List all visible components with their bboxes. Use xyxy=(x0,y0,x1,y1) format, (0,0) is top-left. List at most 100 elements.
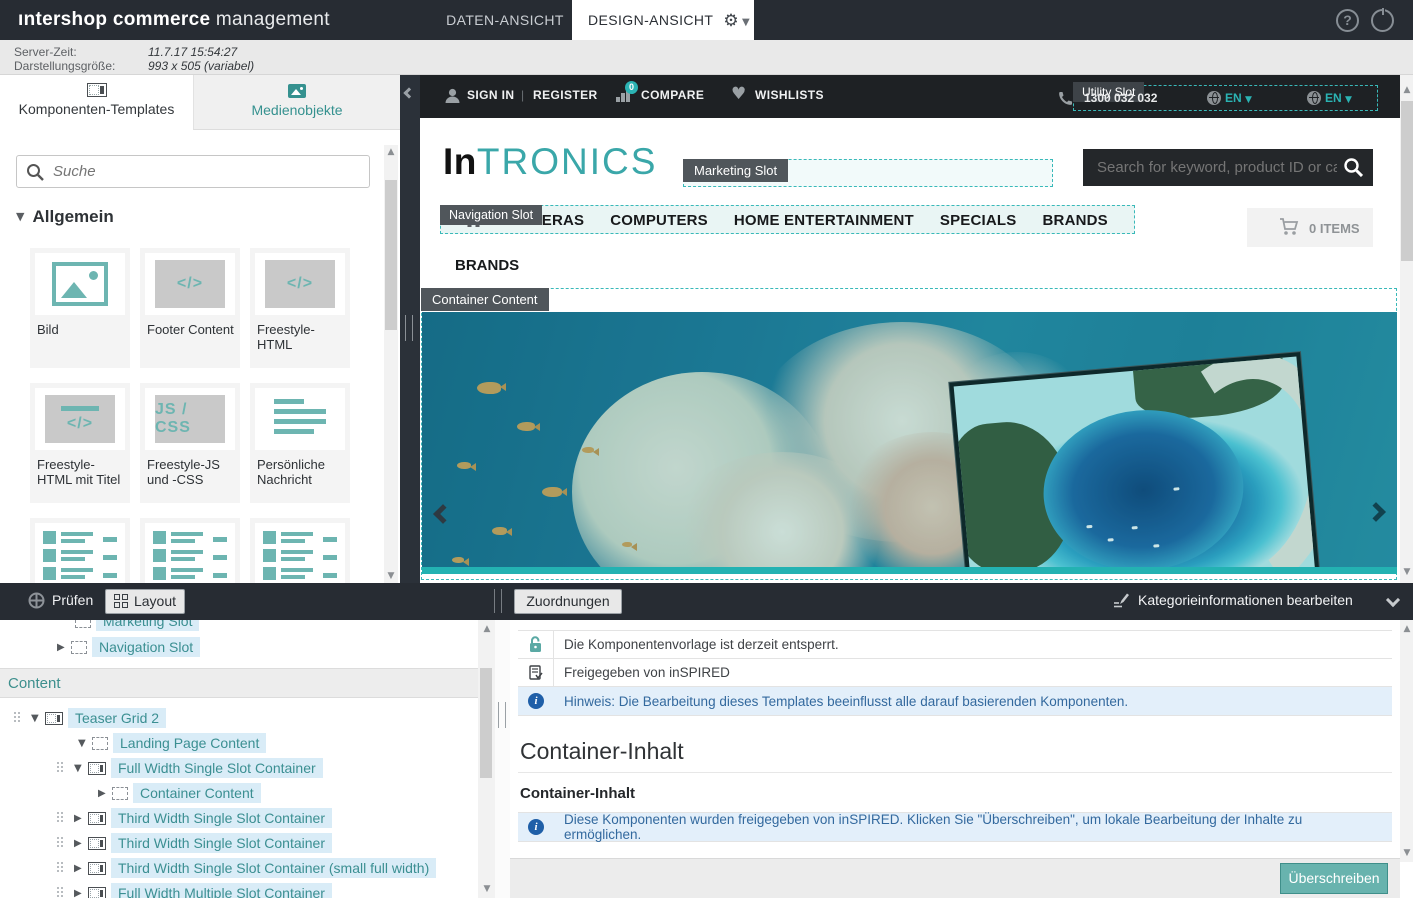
intronics-logo[interactable]: InTRONICS xyxy=(443,141,657,183)
scroll-up-icon[interactable]: ▲ xyxy=(1400,83,1413,97)
tile-list-3[interactable] xyxy=(250,518,350,583)
tile-persoenliche-nachricht[interactable]: Persönliche Nachricht xyxy=(250,383,350,503)
storefront-search xyxy=(1083,149,1373,186)
tree-item-third-width-small[interactable]: ▶Third Width Single Slot Container (smal… xyxy=(57,857,436,879)
pruefen-button[interactable]: Prüfen xyxy=(28,592,93,609)
layout-button[interactable]: Layout xyxy=(105,589,185,614)
panel-collapse-chevron-icon[interactable] xyxy=(1386,593,1400,607)
logout-button[interactable] xyxy=(1371,9,1394,32)
drag-handle-icon[interactable] xyxy=(57,837,64,849)
search-icon[interactable] xyxy=(1343,157,1363,177)
container-content-slot[interactable]: Container Content xyxy=(421,288,1397,580)
panel-resize-handle[interactable] xyxy=(498,702,506,728)
navigation-slot-label: Navigation Slot xyxy=(440,205,542,225)
search-input[interactable] xyxy=(53,159,363,184)
tile-list-1[interactable] xyxy=(30,518,130,583)
cart-icon xyxy=(1279,218,1299,236)
register-link[interactable]: REGISTER xyxy=(533,88,598,102)
help-button[interactable]: ? xyxy=(1336,9,1359,32)
scrollbar-thumb[interactable] xyxy=(1401,101,1413,261)
marketing-slot[interactable]: Marketing Slot xyxy=(683,159,1053,187)
expand-icon[interactable]: ▶ xyxy=(74,838,88,849)
tree-item-navigation-slot[interactable]: ▶Navigation Slot xyxy=(57,636,200,658)
collapse-icon[interactable]: ▼ xyxy=(74,763,88,774)
section-allgemein[interactable]: ▼Allgemein xyxy=(16,207,114,227)
tree-item-full-width-multiple[interactable]: ▶ Full Width Multiple Slot Container xyxy=(57,882,332,898)
nav-brands-row2[interactable]: BRANDS xyxy=(455,257,519,274)
globe-icon xyxy=(1307,91,1321,105)
tile-freestyle-html-titel[interactable]: </> Freestyle-HTML mit Titel xyxy=(30,383,130,503)
drag-handle-icon[interactable] xyxy=(57,862,64,874)
tile-list-2[interactable] xyxy=(140,518,240,583)
navigation-slot[interactable]: CAMERASCOMPUTERSHOME ENTERTAINMENTSPECIA… xyxy=(440,205,1135,234)
storefront-search-input[interactable] xyxy=(1097,155,1337,179)
tree-item-third-width-1[interactable]: ▶Third Width Single Slot Container xyxy=(57,807,332,829)
drag-handle-icon[interactable] xyxy=(57,887,64,898)
sign-in-link[interactable]: SIGN IN xyxy=(467,88,514,102)
expand-icon[interactable]: ▶ xyxy=(74,813,88,824)
scroll-up-icon[interactable]: ▲ xyxy=(1400,622,1413,636)
expand-icon[interactable]: ▶ xyxy=(57,642,71,653)
language-selector-2[interactable]: EN ▼ xyxy=(1307,91,1352,105)
scrollbar-thumb[interactable] xyxy=(480,668,492,778)
collapse-icon[interactable]: ▼ xyxy=(78,738,92,749)
kategorie-bearbeiten-button[interactable]: Kategorieinformationen bearbeiten xyxy=(1113,592,1353,608)
compare-link[interactable]: COMPARE xyxy=(641,88,704,102)
drag-handle-icon[interactable] xyxy=(14,712,21,724)
expand-icon[interactable]: ▶ xyxy=(98,788,112,799)
tile-freestyle-html[interactable]: </> Freestyle-HTML xyxy=(250,248,350,368)
palette-collapse-strip[interactable] xyxy=(400,75,420,583)
tree-label: Full Width Multiple Slot Container xyxy=(111,883,332,898)
tab-medienobjekte[interactable]: Medienobjekte xyxy=(193,75,400,130)
tree-item-container-content[interactable]: ▶Container Content xyxy=(98,782,261,804)
tab-design-ansicht[interactable]: DESIGN-ANSICHT⚙▼ xyxy=(572,0,754,40)
drag-handle-icon[interactable] xyxy=(57,762,64,774)
nav-specials[interactable]: SPECIALS xyxy=(940,212,1017,229)
tile-bild[interactable]: Bild xyxy=(30,248,130,368)
nav-home-entertainment[interactable]: HOME ENTERTAINMENT xyxy=(734,212,914,229)
display-size-value: 993 x 505 (variabel) xyxy=(148,59,254,73)
expand-icon[interactable]: ▶ xyxy=(74,863,88,874)
tab-komponenten-templates[interactable]: Komponenten-Templates xyxy=(0,75,193,130)
wishlists-link[interactable]: WISHLISTS xyxy=(755,88,824,102)
tile-footer-content[interactable]: </> Footer Content xyxy=(140,248,240,368)
panel-resize-handle[interactable] xyxy=(405,315,413,341)
collapse-left-icon[interactable] xyxy=(403,87,414,98)
tile-freestyle-js-css[interactable]: JS / CSS Freestyle-JS und -CSS xyxy=(140,383,240,503)
layout-grid-icon xyxy=(114,594,128,608)
detail-scrollbar[interactable]: ▲ ▼ xyxy=(1400,620,1413,862)
cart-minibox[interactable]: 0 ITEMS xyxy=(1247,208,1373,247)
zuordnungen-button[interactable]: Zuordnungen xyxy=(514,589,622,614)
nav-brands[interactable]: BRANDS xyxy=(1043,212,1108,229)
section-allgemein-label: Allgemein xyxy=(32,207,113,226)
nav-computers[interactable]: COMPUTERS xyxy=(610,212,708,229)
scroll-down-icon[interactable]: ▼ xyxy=(384,569,398,583)
hint-text: Hinweis: Die Bearbeitung dieses Template… xyxy=(554,687,1138,716)
scroll-down-icon[interactable]: ▼ xyxy=(1400,846,1413,860)
product-list-icon xyxy=(43,528,117,580)
drag-handle-icon[interactable] xyxy=(57,812,64,824)
toolbar-resize-handle[interactable] xyxy=(494,589,502,613)
language-selector-1[interactable]: EN ▼ xyxy=(1207,91,1252,105)
scrollbar-thumb[interactable] xyxy=(385,180,397,330)
palette-scrollbar[interactable]: ▲ ▼ xyxy=(384,145,398,583)
tree-scrollbar[interactable]: ▲ ▼ xyxy=(478,620,495,898)
tree-item-landing-page-content[interactable]: ▼Landing Page Content xyxy=(78,732,266,754)
tab-daten-ansicht[interactable]: DATEN-ANSICHT xyxy=(440,0,570,40)
scroll-down-icon[interactable]: ▼ xyxy=(480,882,494,896)
hint-row: i Hinweis: Die Bearbeitung dieses Templa… xyxy=(518,686,1392,716)
scroll-up-icon[interactable]: ▲ xyxy=(384,145,398,159)
scroll-up-icon[interactable]: ▲ xyxy=(480,622,494,636)
gear-icon[interactable]: ⚙ xyxy=(723,11,739,31)
bottom-panel-divider[interactable] xyxy=(495,620,510,898)
ueberschreiben-button[interactable]: Überschreiben xyxy=(1280,863,1388,894)
utility-slot[interactable]: Utility Slot 1300 032 032 EN ▼ EN ▼ xyxy=(1073,85,1378,111)
tree-item-third-width-2[interactable]: ▶Third Width Single Slot Container xyxy=(57,832,332,854)
tree-item-teaser-grid[interactable]: ▼Teaser Grid 2 xyxy=(14,707,166,729)
preview-scrollbar[interactable]: ▲ ▼ xyxy=(1400,75,1413,583)
tree-item-marketing-slot[interactable]: Marketing Slot xyxy=(75,620,199,632)
scroll-down-icon[interactable]: ▼ xyxy=(1400,565,1413,579)
tree-item-full-width-single[interactable]: ▼Full Width Single Slot Container xyxy=(57,757,323,779)
expand-icon[interactable]: ▶ xyxy=(74,888,88,898)
collapse-icon[interactable]: ▼ xyxy=(31,713,45,724)
